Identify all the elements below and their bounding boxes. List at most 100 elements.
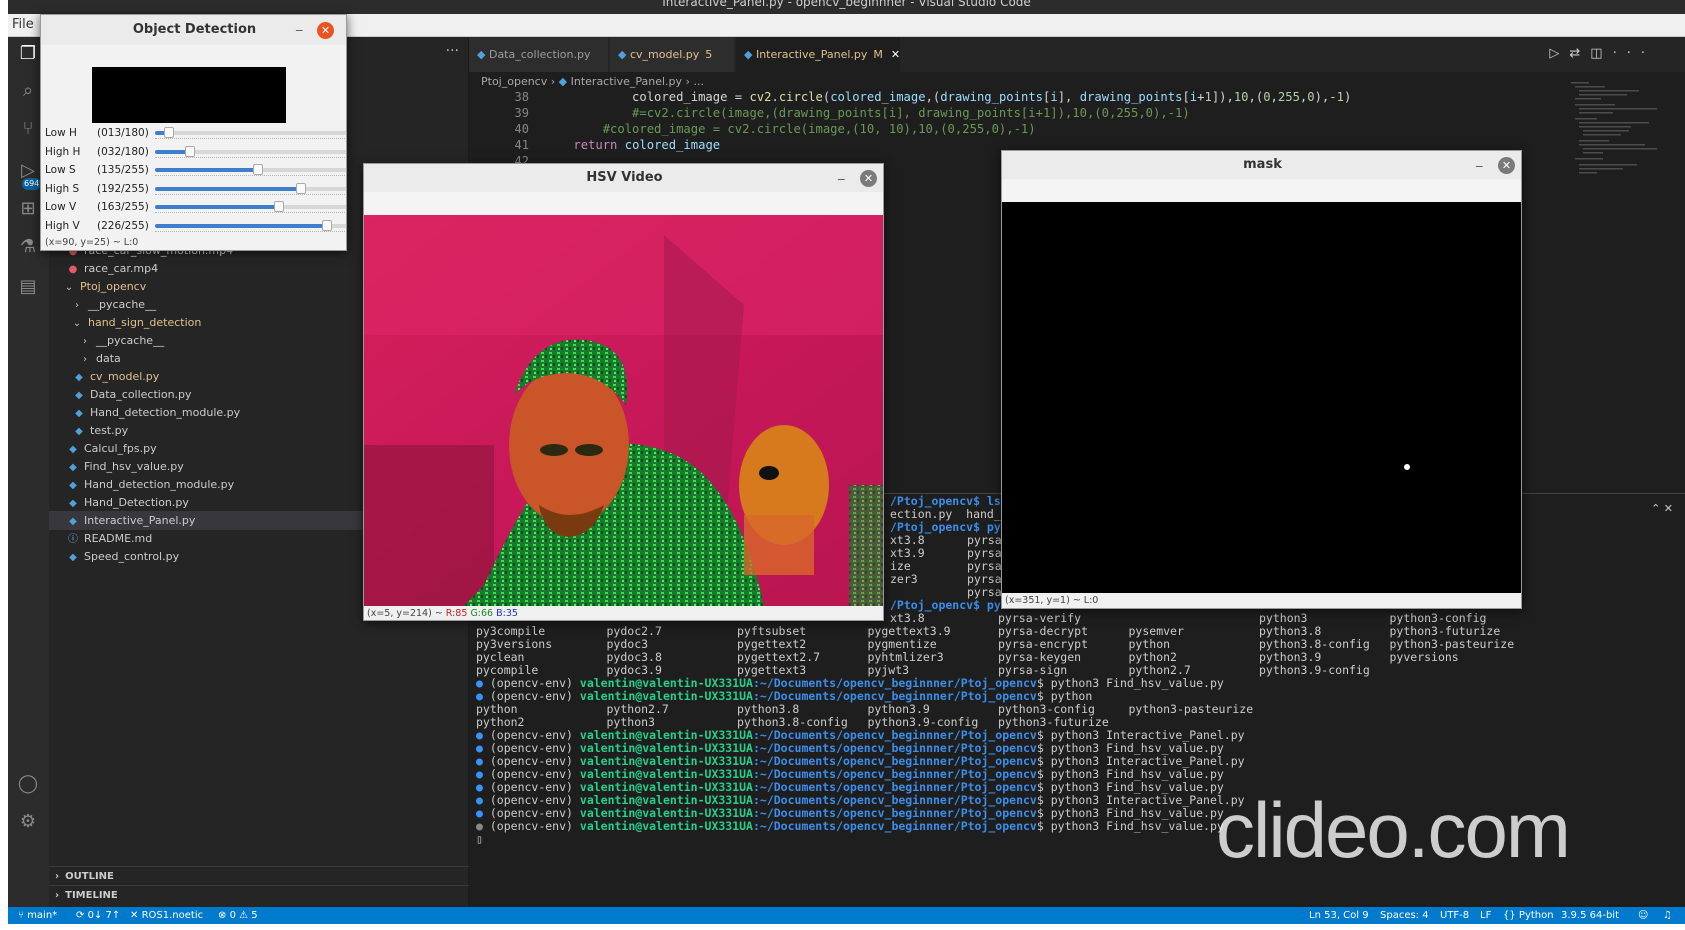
terminal-text: python3-config [1389, 611, 1487, 625]
prompt-path: :~/Documents/opencv_beginnner/Ptoj_openc… [752, 793, 1037, 807]
language-label: Python [1518, 910, 1554, 921]
close-icon[interactable]: ✕ [1498, 157, 1515, 174]
close-tab-icon[interactable]: ✕ [891, 48, 900, 61]
problems-status[interactable]: ⊗ 0 ⚠ 5 [218, 907, 258, 924]
settings-gear-icon[interactable]: ⚙ [16, 810, 40, 834]
slider-track[interactable] [155, 182, 346, 194]
command-status-icon: ● [476, 754, 483, 768]
slider-ticks [155, 231, 346, 234]
prompt-user: valentin@valentin-UX331UA [579, 806, 753, 820]
ros-icon: ✕ [130, 910, 139, 921]
indentation[interactable]: Spaces: 4 [1380, 907, 1429, 924]
testing-icon[interactable]: ⚗ [16, 235, 40, 259]
feedback-icon[interactable]: ☺ [1638, 907, 1648, 924]
terminal-cell: pyrsa-sign [998, 663, 1067, 677]
status-bar: ⑂ main* ⟳ 0↓ 7↑ ✕ ROS1.noetic ⊗ 0 ⚠ 5 Ln… [8, 907, 1685, 924]
sync-status[interactable]: ⟳ 0↓ 7↑ [76, 907, 120, 924]
prompt-env: (opencv-env) [489, 793, 580, 807]
slider-track[interactable] [155, 220, 346, 231]
file-tree-label: hand_sign_detection [88, 316, 202, 329]
terminal-text: python3.9 [867, 702, 930, 716]
terminal-text: pygettext3 [737, 663, 807, 677]
end-of-line[interactable]: LF [1480, 907, 1491, 924]
language-mode[interactable]: {} Python [1503, 907, 1554, 924]
mask-titlebar[interactable]: mask [1002, 151, 1521, 179]
search-icon[interactable]: ⌕ [16, 79, 40, 103]
slider-track[interactable] [155, 145, 346, 157]
color-preview [92, 67, 286, 123]
notifications-icon[interactable]: ♫ [1663, 907, 1672, 924]
tab-interactive-panel[interactable]: ◆ Interactive_Panel.py M ✕ [736, 37, 901, 72]
slider-value: (013/180) [97, 127, 149, 139]
slider-row: Low V (163/255) [45, 199, 346, 219]
compare-icon[interactable]: ⇄ [1569, 46, 1590, 61]
close-panel-icon[interactable]: ✕ [1664, 502, 1673, 515]
minimize-icon[interactable]: _ [838, 166, 845, 181]
minimize-icon[interactable]: _ [296, 17, 303, 32]
prompt-user: valentin@valentin-UX331UA [579, 819, 753, 833]
terminal-text: python [1128, 637, 1171, 651]
maximize-panel-icon[interactable]: ⌃ [1651, 502, 1660, 515]
run-icon[interactable]: ▷ [1549, 46, 1569, 61]
slider-handle[interactable] [296, 182, 307, 194]
minimize-icon[interactable]: _ [1476, 153, 1483, 168]
terminal-fragment: zer3 [890, 572, 918, 586]
outline-section[interactable]: › OUTLINE [49, 866, 469, 885]
extensions-icon[interactable]: ⊞ [16, 197, 40, 221]
branch-status[interactable]: ⑂ main* [18, 907, 57, 924]
slider-handle[interactable] [163, 127, 174, 138]
encoding[interactable]: UTF-8 [1440, 907, 1469, 924]
python-file-icon: ◆ [618, 48, 627, 61]
ros-status[interactable]: ✕ ROS1.noetic [130, 907, 203, 924]
python-interpreter[interactable]: 3.9.5 64-bit [1561, 907, 1619, 924]
file-tree-label: Hand_Detection.py [84, 496, 189, 509]
hsv-video-window: HSV Video _ ✕ (x=5, y=214) ~ R:85 G:66 B… [363, 163, 884, 621]
breadcrumb-folder[interactable]: Ptoj_opencv [481, 75, 547, 88]
slider-handle[interactable] [273, 201, 284, 213]
slider-handle[interactable] [252, 164, 263, 176]
screen: Interactive_Panel.py - opencv_beginnner … [0, 0, 1685, 930]
terminal-text: python [476, 702, 518, 716]
slider-track[interactable] [155, 127, 346, 138]
slider-handle[interactable] [184, 145, 195, 157]
close-icon[interactable]: ✕ [317, 22, 334, 39]
explorer-icon[interactable]: ❐ [16, 42, 40, 66]
terminal-cursor: ▯ [476, 832, 483, 846]
tab-cv-model[interactable]: ◆ cv_model.py 5 [610, 37, 735, 72]
cursor-position[interactable]: Ln 53, Col 9 [1309, 907, 1369, 924]
breadcrumb-symbol[interactable]: ... [693, 75, 704, 88]
remote-explorer-icon[interactable]: ▤ [16, 275, 40, 299]
prompt-user: valentin@valentin-UX331UA [579, 741, 753, 755]
prompt-env: (opencv-env) [489, 741, 580, 755]
code-line: #=cv2.circle(image,(drawing_points[i], d… [544, 106, 1190, 120]
slider-track[interactable] [155, 201, 346, 213]
chevron-right-icon: › [55, 890, 60, 901]
terminal-cell: python3.8-config [1259, 637, 1370, 651]
terminal-cell: py3versions [476, 637, 552, 651]
tab-data-collection[interactable]: ◆ Data_collection.py [469, 37, 609, 72]
terminal-text: python3.9-config [867, 715, 979, 729]
source-control-icon[interactable]: ⑂ [16, 117, 40, 141]
terminal-text: python3.8 [737, 702, 800, 716]
more-actions-icon[interactable]: ··· [446, 43, 459, 59]
terminal-text: pyrsa-sign [998, 663, 1068, 677]
prompt-path: :~/Documents/opencv_beginnner/Ptoj_openc… [752, 689, 1037, 703]
menu-file[interactable]: File [12, 17, 34, 32]
slider-track[interactable] [155, 164, 346, 176]
terminal-text: ection.py hand_si [890, 507, 1015, 521]
prompt-env: (opencv-env) [489, 806, 580, 820]
slider-ticks [155, 175, 346, 178]
terminal-cell: pyversions [1390, 650, 1459, 664]
close-icon[interactable]: ✕ [860, 170, 877, 187]
more-icon[interactable]: ··· [1613, 46, 1655, 61]
minimap[interactable] [1571, 82, 1675, 202]
slider-handle[interactable] [321, 220, 332, 231]
split-editor-icon[interactable]: ◫ [1590, 46, 1612, 61]
account-icon[interactable]: ◯ [16, 772, 40, 796]
terminal-cell: python2 [1129, 650, 1177, 664]
breadcrumb-file[interactable]: Interactive_Panel.py [571, 75, 682, 88]
hsv-video-titlebar[interactable]: HSV Video [364, 164, 883, 192]
prompt-user: valentin@valentin-UX331UA [579, 793, 753, 807]
run-debug-icon[interactable]: ▷ [16, 159, 40, 183]
timeline-section[interactable]: › TIMELINE [49, 885, 469, 904]
